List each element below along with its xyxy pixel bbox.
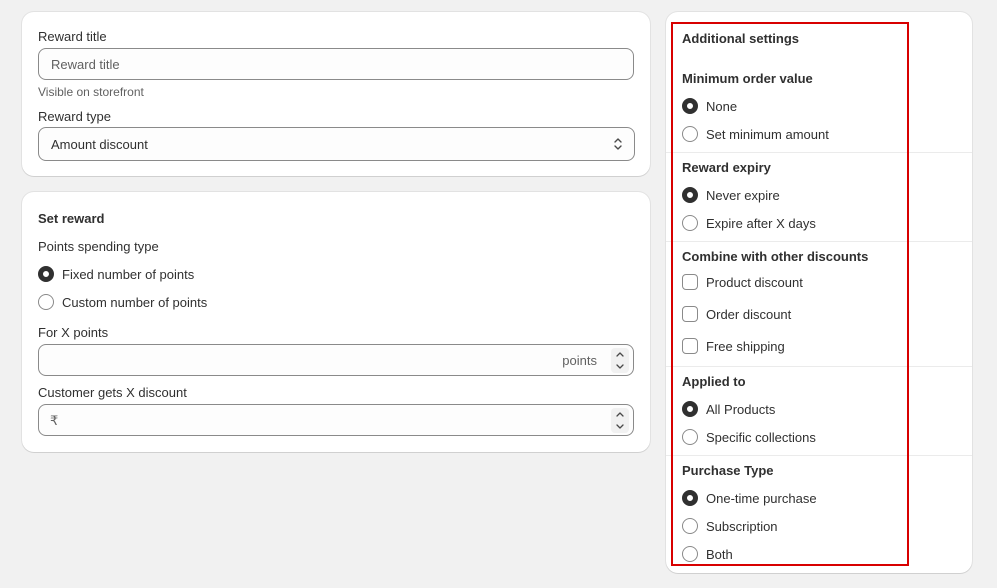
radio-icon[interactable]: [682, 429, 698, 445]
discount-stepper[interactable]: [611, 408, 629, 433]
chevron-up-icon[interactable]: [615, 350, 625, 358]
combine-option-label: Free shipping: [706, 338, 785, 354]
combine-option-product[interactable]: Product discount: [682, 274, 803, 290]
spending-option-fixed[interactable]: Fixed number of points: [38, 266, 194, 282]
expiry-heading: Reward expiry: [682, 160, 771, 175]
applied-to-option-collections[interactable]: Specific collections: [682, 429, 816, 445]
chevron-down-icon[interactable]: [615, 363, 625, 371]
applied-to-heading: Applied to: [682, 374, 746, 389]
applied-to-option-label: All Products: [706, 401, 776, 417]
section-divider: [666, 152, 972, 153]
min-order-option-label: None: [706, 98, 738, 114]
spending-option-label: Fixed number of points: [62, 266, 195, 282]
radio-icon[interactable]: [682, 546, 698, 562]
purchase-option-subscription[interactable]: Subscription: [682, 518, 778, 534]
radio-icon[interactable]: [38, 294, 54, 310]
reward-type-select[interactable]: Amount discount: [38, 127, 635, 161]
spending-option-custom[interactable]: Custom number of points: [38, 294, 207, 310]
expiry-option-days[interactable]: Expire after X days: [682, 215, 816, 231]
points-field[interactable]: points: [38, 344, 634, 376]
reward-title-help: Visible on storefront: [38, 85, 144, 99]
combine-option-order[interactable]: Order discount: [682, 306, 791, 322]
checkbox-icon[interactable]: [682, 274, 698, 290]
discount-input[interactable]: [39, 405, 633, 435]
combine-option-label: Product discount: [706, 274, 803, 290]
points-suffix: points: [562, 353, 597, 368]
reward-type-value: Amount discount: [51, 136, 148, 152]
points-label: For X points: [38, 325, 109, 340]
checkbox-icon[interactable]: [682, 306, 698, 322]
radio-icon[interactable]: [682, 187, 698, 203]
spending-type-label: Points spending type: [38, 239, 159, 254]
section-divider: [666, 455, 972, 456]
reward-title-label: Reward title: [38, 29, 107, 44]
checkbox-icon[interactable]: [682, 338, 698, 354]
purchase-option-label: Both: [706, 546, 733, 562]
chevron-down-icon[interactable]: [615, 423, 625, 431]
expiry-option-never[interactable]: Never expire: [682, 187, 780, 203]
radio-icon[interactable]: [682, 215, 698, 231]
chevron-up-icon[interactable]: [615, 410, 625, 418]
applied-to-option-all[interactable]: All Products: [682, 401, 775, 417]
additional-settings-card: Additional settings Minimum order value …: [666, 12, 972, 573]
radio-icon[interactable]: [682, 126, 698, 142]
set-reward-card: Set reward Points spending type Fixed nu…: [22, 192, 650, 452]
section-divider: [666, 241, 972, 242]
min-order-heading: Minimum order value: [682, 71, 813, 86]
radio-icon[interactable]: [682, 98, 698, 114]
min-order-option-set[interactable]: Set minimum amount: [682, 126, 829, 142]
min-order-option-none[interactable]: None: [682, 98, 737, 114]
radio-icon[interactable]: [682, 518, 698, 534]
set-reward-heading: Set reward: [38, 211, 105, 226]
applied-to-option-label: Specific collections: [706, 429, 816, 445]
points-input[interactable]: [39, 345, 633, 375]
expiry-option-label: Expire after X days: [706, 215, 816, 231]
reward-title-field[interactable]: [38, 48, 634, 80]
purchase-option-one-time[interactable]: One-time purchase: [682, 490, 817, 506]
purchase-option-label: One-time purchase: [706, 490, 817, 506]
radio-icon[interactable]: [38, 266, 54, 282]
combine-option-label: Order discount: [706, 306, 792, 322]
purchase-type-heading: Purchase Type: [682, 463, 774, 478]
radio-icon[interactable]: [682, 490, 698, 506]
currency-prefix: ₹: [50, 413, 59, 428]
points-stepper[interactable]: [611, 348, 629, 373]
combine-option-shipping[interactable]: Free shipping: [682, 338, 785, 354]
spending-option-label: Custom number of points: [62, 294, 208, 310]
reward-info-card: Reward title Visible on storefront Rewar…: [22, 12, 650, 176]
additional-settings-heading: Additional settings: [682, 31, 799, 46]
reward-type-label: Reward type: [38, 109, 111, 124]
section-divider: [666, 366, 972, 367]
expiry-option-label: Never expire: [706, 187, 780, 203]
reward-title-input[interactable]: [39, 49, 633, 79]
combine-heading: Combine with other discounts: [682, 249, 869, 264]
discount-label: Customer gets X discount: [38, 385, 187, 400]
purchase-option-label: Subscription: [706, 518, 778, 534]
radio-icon[interactable]: [682, 401, 698, 417]
discount-field[interactable]: ₹: [38, 404, 634, 436]
purchase-option-both[interactable]: Both: [682, 546, 733, 562]
select-chevron-icon: [614, 138, 622, 150]
min-order-option-label: Set minimum amount: [706, 126, 829, 142]
